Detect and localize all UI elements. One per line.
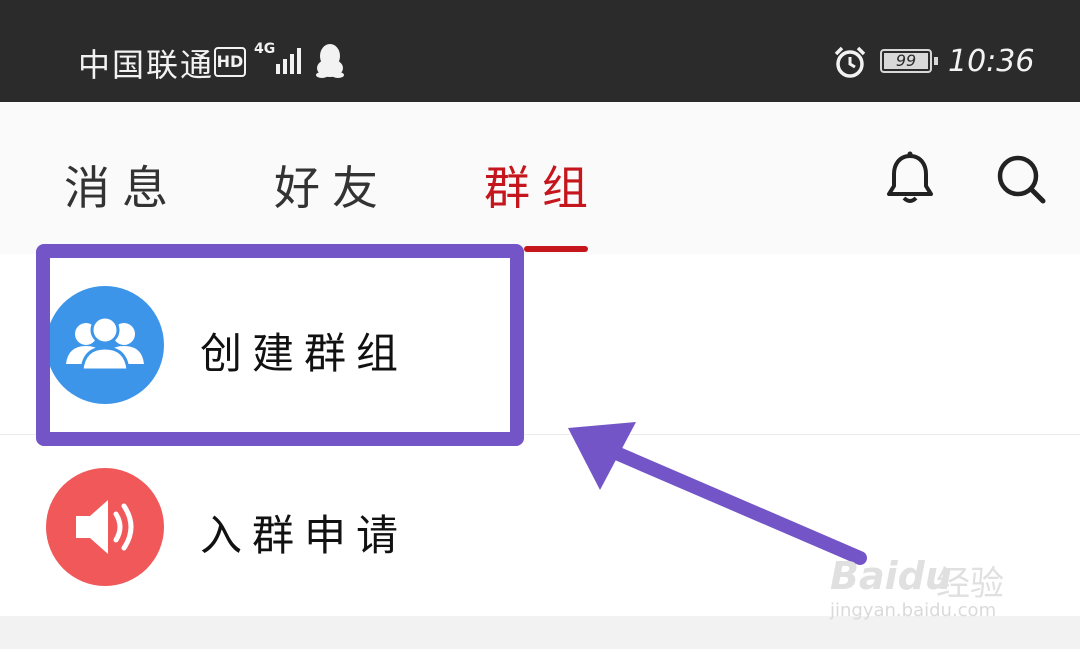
clock: 10:36 xyxy=(948,44,1035,79)
watermark-product: 经验 xyxy=(936,564,1004,604)
tab-messages[interactable]: 消息 xyxy=(64,152,180,218)
battery-level: 99 xyxy=(884,53,928,69)
speaker-icon xyxy=(46,468,164,586)
highlight-box xyxy=(36,244,524,446)
watermark-brand: Baidu xyxy=(830,554,952,598)
active-tab-indicator xyxy=(524,246,588,252)
carrier-name: 中国联通 xyxy=(78,46,215,84)
qq-icon xyxy=(316,44,344,78)
status-bar: 中国联通 HD 4G 99 10:36 xyxy=(0,0,1080,102)
hd-badge: HD xyxy=(214,47,246,77)
tab-friends[interactable]: 好友 xyxy=(274,152,390,218)
baidu-watermark: Baidu 经验 jingyan.baidu.com xyxy=(826,534,1036,624)
watermark-url: jingyan.baidu.com xyxy=(830,600,997,621)
search-icon[interactable] xyxy=(994,152,1048,206)
tab-bar: 消息 好友 群组 xyxy=(0,102,1080,255)
signal-icon xyxy=(276,48,301,74)
join-requests-label: 入群申请 xyxy=(200,511,409,560)
alarm-icon xyxy=(834,46,866,78)
network-type: 4G xyxy=(254,41,276,57)
tab-groups[interactable]: 群组 xyxy=(484,152,600,218)
battery-icon: 99 xyxy=(880,49,938,73)
bell-icon[interactable] xyxy=(884,150,936,206)
